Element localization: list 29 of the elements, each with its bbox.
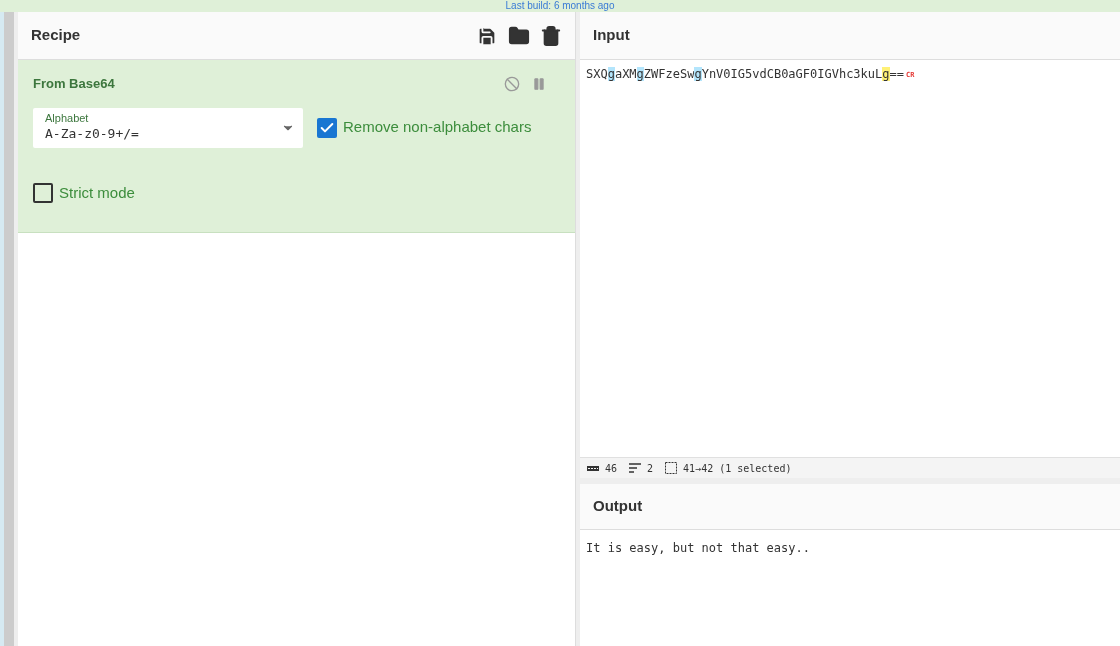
selection-range: 41→42 (1 selected)	[683, 461, 792, 476]
checkbox-label: Strict mode	[59, 182, 135, 203]
match-highlight: g	[694, 67, 702, 81]
length-count: 46	[605, 461, 618, 476]
checkbox[interactable]	[33, 182, 53, 203]
input-text-run: ==	[889, 67, 904, 81]
panel-title: Input	[593, 25, 630, 46]
panel-title: Output	[593, 496, 643, 517]
input-text-run: YnV0IG5vdCB0aGF0IGVhc3kuL	[701, 67, 883, 81]
selected-character: g	[882, 67, 890, 81]
input-text-run: SXQ	[586, 67, 608, 81]
operation-name: From Base64	[33, 75, 115, 93]
input-text-run: ZWFzeSw	[643, 67, 695, 81]
match-highlight: g	[607, 67, 615, 81]
lines-icon	[629, 463, 642, 473]
last-build-text: Last build: 6 months ago	[505, 0, 615, 12]
output-text: It is easy, but not that easy..	[586, 541, 810, 555]
length-icon	[587, 465, 599, 471]
folder-icon[interactable]	[508, 24, 530, 47]
match-highlight: g	[636, 67, 644, 81]
checkbox-label: Remove non-alphabet chars	[343, 117, 532, 138]
scrollbar[interactable]	[4, 12, 14, 646]
alphabet-dropdown[interactable]: Alphabet A-Za-z0-9+/=	[33, 107, 303, 148]
panel-title: Recipe	[31, 25, 81, 46]
selection-icon	[665, 462, 678, 474]
input-text-run: aXM	[614, 67, 637, 81]
lines-count: 2	[647, 461, 654, 476]
delete-icon[interactable]	[540, 24, 562, 47]
checkbox[interactable]	[317, 117, 337, 138]
